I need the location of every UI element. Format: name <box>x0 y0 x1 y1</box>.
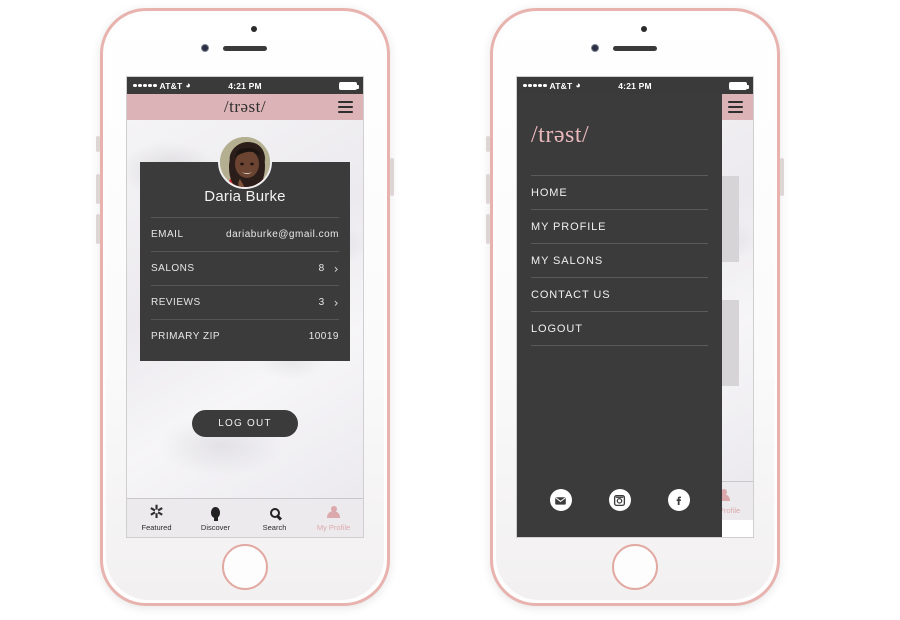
status-time: 4:21 PM <box>618 80 652 91</box>
profile-name: Daria Burke <box>204 188 286 205</box>
drawer-logo: /trəst/ <box>531 122 590 148</box>
row-label: SALONS <box>151 263 195 274</box>
chevron-right-icon: › <box>333 295 339 310</box>
email-icon[interactable] <box>549 489 572 511</box>
front-camera-icon <box>591 44 599 52</box>
bottom-tab-bar: ✲ Featured Discover Search My Profile <box>127 498 363 537</box>
row-label: PRIMARY ZIP <box>151 331 221 342</box>
earpiece-speaker <box>223 46 267 51</box>
screen-profile: AT&T ◕ 4:21 PM /trəst/ Daria Burke EMAIL… <box>126 76 364 538</box>
tab-my-profile[interactable]: My Profile <box>304 499 363 537</box>
row-label: REVIEWS <box>151 297 201 308</box>
profile-row-salons[interactable]: SALONS 8 › <box>151 251 339 285</box>
power-button[interactable] <box>390 158 394 196</box>
person-icon <box>327 505 340 521</box>
menu-item-my-salons[interactable]: MY SALONS <box>531 244 708 278</box>
status-bar: AT&T ◕ 4:21 PM <box>127 77 363 94</box>
status-bar-right <box>339 81 359 90</box>
drawer-social-links <box>531 489 708 537</box>
mute-switch[interactable] <box>96 136 100 152</box>
row-value: dariaburke@gmail.com <box>226 229 339 240</box>
status-bar: AT&T ◕ 4:21 PM <box>517 77 753 94</box>
phone-right: AT&T ◕ 4:21 PM /trəst/ <box>486 8 784 606</box>
row-value: 3 <box>318 297 325 308</box>
volume-up-button[interactable] <box>96 174 100 204</box>
menu-item-contact-us[interactable]: CONTACT US <box>531 278 708 312</box>
navigation-drawer: /trəst/ HOME MY PROFILE MY SALONS CONTAC… <box>517 94 722 537</box>
profile-row-primary-zip: PRIMARY ZIP 10019 <box>151 319 339 353</box>
proximity-sensor-icon <box>251 26 257 32</box>
volume-up-button[interactable] <box>486 174 490 204</box>
tab-label: Discover <box>200 522 231 532</box>
status-time: 4:21 PM <box>228 80 262 91</box>
profile-row-reviews[interactable]: REVIEWS 3 › <box>151 285 339 319</box>
power-button[interactable] <box>780 158 784 196</box>
screenshot-stage: AT&T ◕ 4:21 PM /trəst/ Daria Burke EMAIL… <box>0 0 900 620</box>
tab-label: Featured <box>141 522 172 532</box>
tab-label: My Profile <box>316 522 351 532</box>
volume-down-button[interactable] <box>486 214 490 244</box>
instagram-icon[interactable] <box>608 489 631 511</box>
menu-item-my-profile[interactable]: MY PROFILE <box>531 210 708 244</box>
front-camera-icon <box>201 44 209 52</box>
tab-discover[interactable]: Discover <box>186 499 245 537</box>
chevron-right-icon: › <box>333 261 339 276</box>
tab-featured[interactable]: ✲ Featured <box>127 499 186 537</box>
row-value: 10019 <box>308 331 339 342</box>
logout-button-container: LOG OUT <box>127 410 363 437</box>
proximity-sensor-icon <box>641 26 647 32</box>
tab-label: Search <box>262 522 287 532</box>
app-header: /trəst/ <box>127 94 363 120</box>
menu-item-logout[interactable]: LOGOUT <box>531 312 708 346</box>
search-icon <box>269 505 280 521</box>
tab-search[interactable]: Search <box>245 499 304 537</box>
home-button[interactable] <box>612 544 658 590</box>
profile-card: Daria Burke EMAIL dariaburke@gmail.com S… <box>140 162 350 361</box>
menu-item-home[interactable]: HOME <box>531 176 708 210</box>
avatar <box>218 135 272 189</box>
phone-left: AT&T ◕ 4:21 PM /trəst/ Daria Burke EMAIL… <box>96 8 394 606</box>
home-button[interactable] <box>222 544 268 590</box>
volume-down-button[interactable] <box>96 214 100 244</box>
lightbulb-icon <box>211 505 220 521</box>
hamburger-menu-icon[interactable] <box>728 101 743 113</box>
profile-screen-body: Daria Burke EMAIL dariaburke@gmail.com S… <box>127 120 363 537</box>
hamburger-menu-icon[interactable] <box>338 101 353 113</box>
battery-icon <box>729 81 749 90</box>
battery-icon <box>339 81 359 90</box>
row-value: 8 <box>318 263 325 274</box>
app-logo: /trəst/ <box>223 97 267 116</box>
profile-row-email: EMAIL dariaburke@gmail.com <box>151 217 339 251</box>
asterisk-icon: ✲ <box>148 501 165 523</box>
screen-menu-drawer: AT&T ◕ 4:21 PM /trəst/ <box>516 76 754 538</box>
facebook-icon[interactable] <box>667 489 690 511</box>
mute-switch[interactable] <box>486 136 490 152</box>
row-label: EMAIL <box>151 229 184 240</box>
status-bar-right <box>729 81 749 90</box>
earpiece-speaker <box>613 46 657 51</box>
log-out-button[interactable]: LOG OUT <box>192 410 298 437</box>
drawer-menu: HOME MY PROFILE MY SALONS CONTACT US LOG… <box>531 175 708 346</box>
